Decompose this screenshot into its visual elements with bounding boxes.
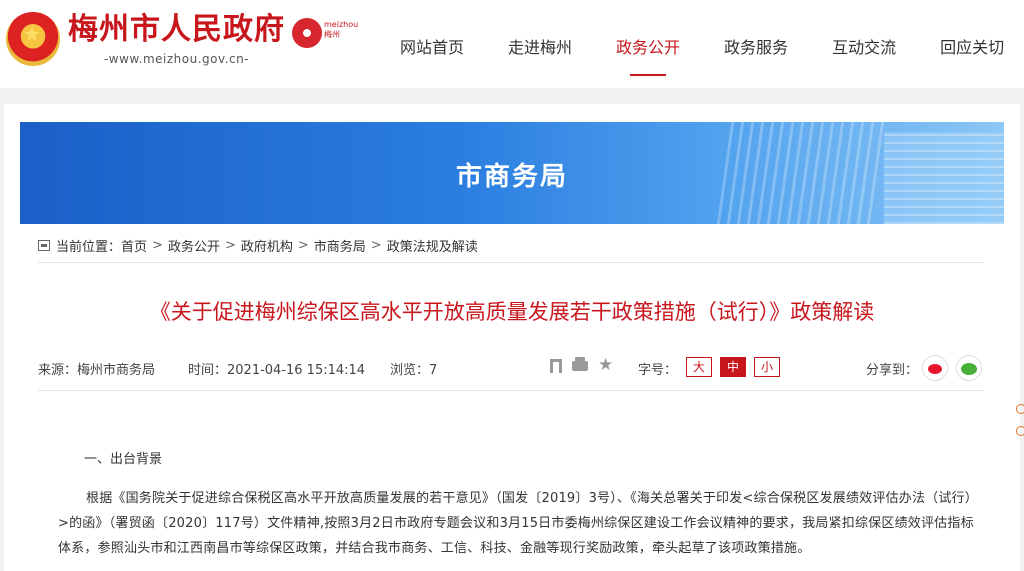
nav-item-response[interactable]: 回应关切 <box>940 34 1004 58</box>
badge-en: meizhou <box>324 20 359 29</box>
weibo-icon <box>928 364 942 374</box>
banner-title: 市商务局 <box>455 162 568 192</box>
article-paragraph: 根据《国务院关于促进综合保税区高水平开放高质量发展的若干意见》（国发〔2019〕… <box>58 491 974 556</box>
badge-cn: 梅州 <box>324 30 340 39</box>
site-header: 梅州市人民政府 -www.meizhou.gov.cn- meizhou 梅州 … <box>0 0 1024 88</box>
divider <box>38 390 984 391</box>
plum-flower-icon <box>292 18 322 48</box>
national-emblem-icon <box>6 12 60 66</box>
star-icon[interactable]: ★ <box>598 357 614 374</box>
nav-item-interaction[interactable]: 互动交流 <box>832 34 896 58</box>
divider <box>38 262 984 263</box>
breadcrumb-gov-agencies[interactable]: 政府机构 <box>241 236 293 255</box>
breadcrumb: 当前位置： 首页 > 政务公开 > 政府机构 > 市商务局 > 政策法规及解读 <box>38 236 478 255</box>
breadcrumb-separator: > <box>297 238 309 253</box>
breadcrumb-separator: > <box>370 238 382 253</box>
nav-item-home[interactable]: 网站首页 <box>400 34 464 58</box>
breadcrumb-policy[interactable]: 政策法规及解读 <box>387 236 478 255</box>
article-time: 时间：2021-04-16 15:14:14 <box>188 363 366 378</box>
site-logo[interactable]: 梅州市人民政府 -www.meizhou.gov.cn- <box>6 12 285 66</box>
breadcrumb-separator: > <box>152 238 163 253</box>
breadcrumb-separator: > <box>224 238 236 253</box>
font-large-button[interactable]: 大 <box>686 357 712 377</box>
nav-item-about[interactable]: 走进梅州 <box>508 34 572 58</box>
nav-item-services[interactable]: 政务服务 <box>724 34 788 58</box>
article-views: 浏览：7 <box>390 363 438 378</box>
circle-icon <box>1016 426 1024 436</box>
section-heading: 一、出台背景 <box>84 452 163 467</box>
department-banner: 市商务局 <box>20 122 1004 224</box>
side-float-tab[interactable] <box>1016 404 1024 444</box>
print-icon[interactable] <box>572 357 588 371</box>
font-small-button[interactable]: 小 <box>754 357 780 377</box>
breadcrumb-gov-affairs[interactable]: 政务公开 <box>168 236 220 255</box>
wechat-icon <box>961 363 977 375</box>
nav-item-gov-affairs[interactable]: 政务公开 <box>616 34 680 76</box>
article-tools: ★ <box>550 357 614 374</box>
breadcrumb-commerce-bureau[interactable]: 市商务局 <box>314 236 366 255</box>
circle-icon <box>1016 404 1024 414</box>
bookmark-icon[interactable] <box>550 359 562 373</box>
article-title: 《关于促进梅州综保区高水平开放高质量发展若干政策措施（试行）》政策解读 <box>149 300 875 324</box>
main-nav: 网站首页 走进梅州 政务公开 政务服务 互动交流 回应关切 <box>400 34 1024 76</box>
breadcrumb-prefix: 当前位置： <box>56 240 122 255</box>
article-meta: 来源：梅州市商务局 时间：2021-04-16 15:14:14 浏览：7 ★ … <box>38 355 984 381</box>
font-medium-button[interactable]: 中 <box>720 357 746 377</box>
site-url: -www.meizhou.gov.cn- <box>103 52 250 66</box>
breadcrumb-home[interactable]: 首页 <box>121 236 147 255</box>
site-title: 梅州市人民政府 <box>68 12 285 47</box>
article-source: 来源：梅州市商务局 <box>38 363 156 378</box>
location-icon <box>38 240 50 251</box>
wechat-share-button[interactable] <box>956 355 982 381</box>
weibo-share-button[interactable] <box>922 355 948 381</box>
font-size-label: 字号： <box>638 363 678 378</box>
share-label: 分享到： <box>866 363 919 378</box>
meizhou-badge: meizhou 梅州 <box>292 16 359 50</box>
